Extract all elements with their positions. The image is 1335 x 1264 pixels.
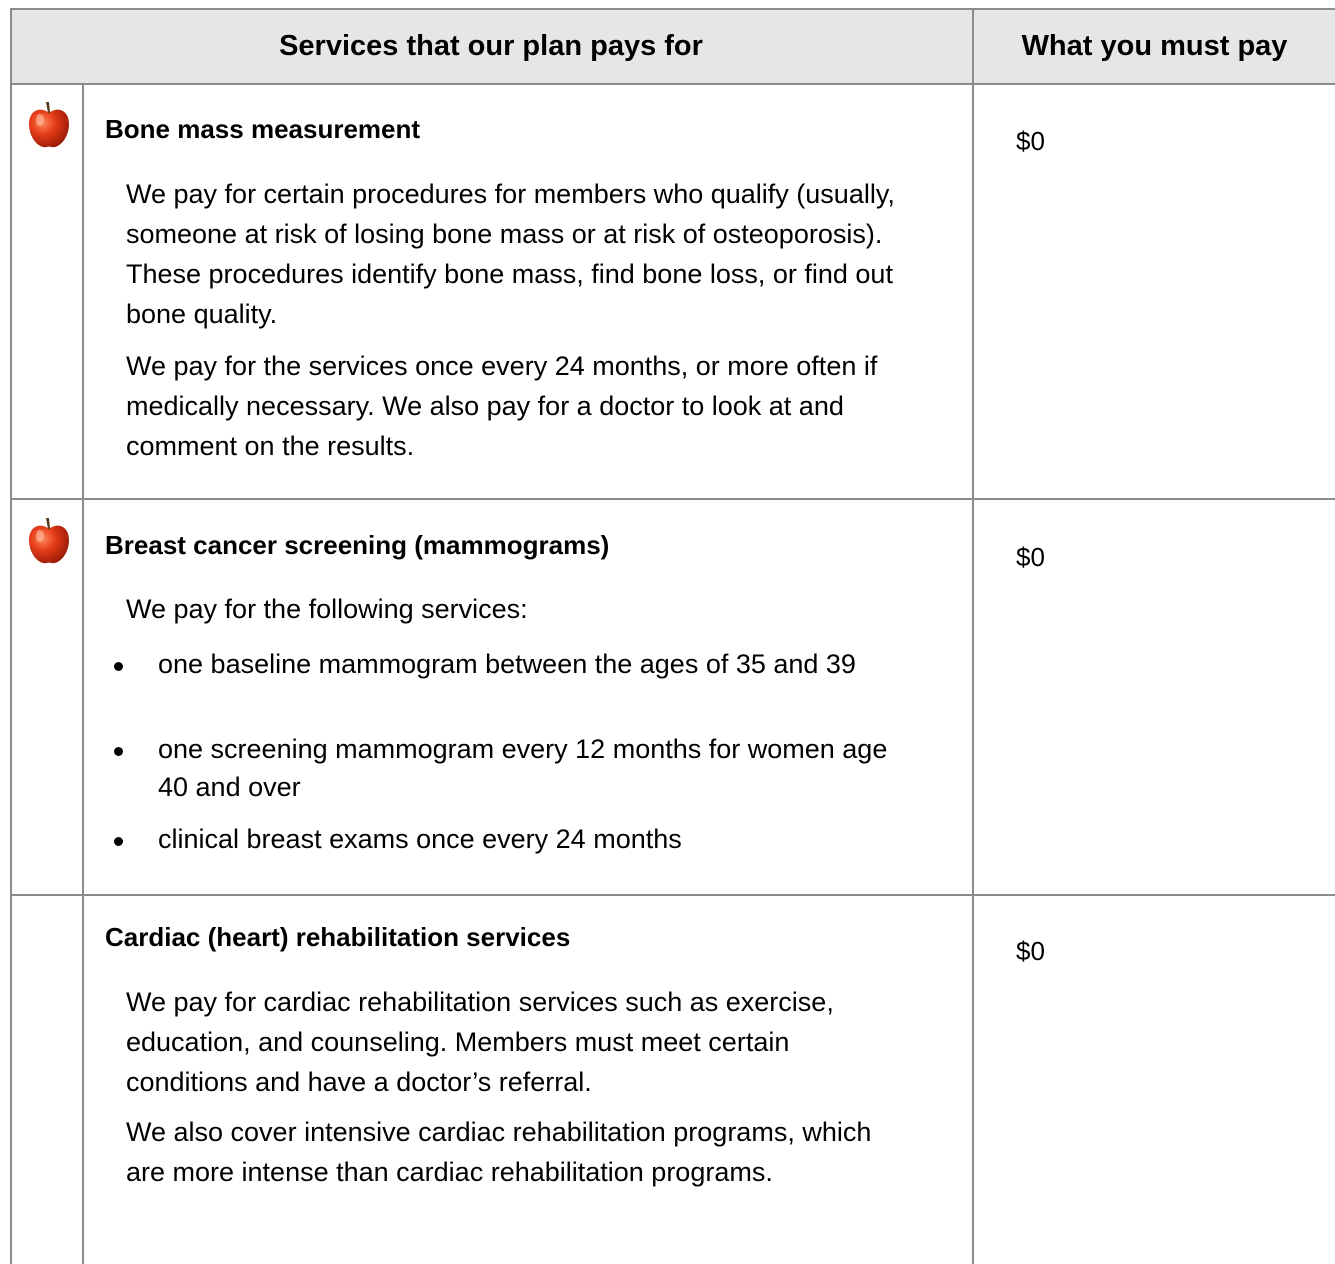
list-item: one baseline mammogram between the ages … [158, 649, 856, 679]
service-title: Cardiac (heart) rehabilitation services [105, 922, 571, 952]
list-item: one screening mammogram every 12 months … [158, 734, 888, 802]
price-value: $0 [1016, 936, 1045, 966]
icon-column-divider [82, 84, 84, 1264]
row-divider [10, 498, 1335, 500]
row-divider [10, 894, 1335, 896]
list-item: clinical breast exams once every 24 mont… [158, 824, 682, 854]
service-title: Breast cancer screening (mammograms) [105, 530, 610, 560]
header-what-you-pay: What you must pay [1021, 29, 1288, 62]
service-title: Bone mass measurement [105, 114, 421, 144]
price-value: $0 [1016, 542, 1045, 572]
service-description: We pay for cardiac rehabilitation servic… [126, 987, 834, 1097]
bullet-dot [114, 837, 123, 846]
service-description: We pay for the services once every 24 mo… [126, 351, 878, 461]
service-description: We also cover intensive cardiac rehabili… [126, 1117, 872, 1187]
benefits-table: Services that our plan pays for What you… [10, 8, 1335, 1264]
bullet-dot [114, 662, 123, 671]
apple-icon [29, 102, 69, 148]
service-intro: We pay for the following services: [126, 594, 528, 624]
header-services: Services that our plan pays for [279, 29, 703, 62]
bullet-dot [114, 747, 123, 756]
price-value: $0 [1016, 126, 1045, 156]
table-border-left [10, 8, 12, 1264]
service-description: We pay for certain procedures for member… [126, 179, 895, 329]
apple-icon [29, 518, 69, 564]
column-divider [972, 8, 974, 1264]
